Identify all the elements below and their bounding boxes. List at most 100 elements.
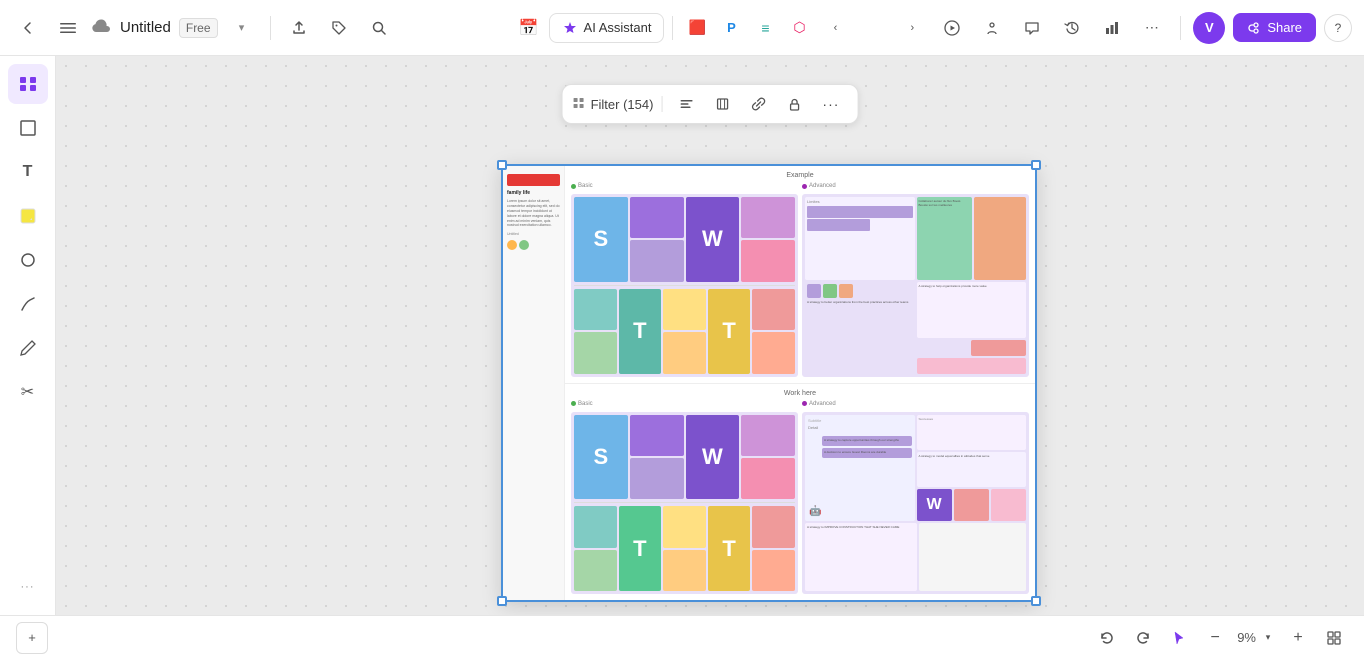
adv-cell4: A strategy to help organizations provide… <box>917 282 1027 373</box>
adv-box1 <box>807 206 913 218</box>
example-title: Example <box>571 172 1029 179</box>
thumb-header <box>507 174 560 186</box>
sticky-orange-sm <box>663 332 706 373</box>
frame-btn[interactable] <box>706 91 738 117</box>
title-chevron-button[interactable]: ▾ <box>226 12 258 44</box>
sidebar-more-btn[interactable]: ··· <box>8 567 48 607</box>
adv-right-top: Collaborez autour du flux Boost. Boosté … <box>917 197 1027 280</box>
plugin1-btn[interactable]: 🟥 <box>681 12 713 44</box>
toolbar-chevron-left[interactable]: ‹ <box>819 12 851 44</box>
link-btn[interactable] <box>742 91 774 117</box>
work-adv-w: W <box>917 489 952 520</box>
bottom-bar: + − 9% ▾ + <box>0 615 1364 659</box>
align-btn[interactable] <box>670 91 702 117</box>
left-thumbnail-panel: family life Lorem ipsum dolor sit amet, … <box>503 166 565 600</box>
sidebar-scissors-btn[interactable]: ✂ <box>8 372 48 412</box>
plugin4-btn[interactable]: ⬡ <box>783 12 815 44</box>
play-button[interactable] <box>936 12 968 44</box>
work-basic-col-m2 <box>663 506 706 591</box>
present-button[interactable] <box>976 12 1008 44</box>
basic-dot <box>571 184 576 189</box>
work-adv-pink2 <box>991 489 1026 520</box>
more-options-button[interactable]: ⋯ <box>1136 12 1168 44</box>
zoom-out-btn[interactable]: − <box>1201 624 1229 652</box>
adv-cell2: Collaborez autour du flux Boost. Boosté … <box>917 197 1027 280</box>
thumb-title: family life <box>507 190 560 196</box>
work-basic-label: Basic <box>571 401 798 407</box>
top-bar-center: 📅 AI Assistant 🟥 P ≡ ⬡ ‹ <box>513 12 852 44</box>
adv-cell1-label: Limites <box>807 199 913 204</box>
calendar-icon-btn[interactable]: 📅 <box>513 12 545 44</box>
thumb-icons <box>507 240 560 250</box>
adv-pink-box <box>971 340 1026 356</box>
grid-view-btn[interactable] <box>1320 624 1348 652</box>
ai-assistant-button[interactable]: AI Assistant <box>549 13 665 43</box>
tag-button[interactable] <box>323 12 355 44</box>
history-button[interactable] <box>1056 12 1088 44</box>
handle-br[interactable] <box>1031 596 1041 606</box>
sidebar-frame-tool-btn[interactable] <box>8 108 48 148</box>
adv-cell4-text: A strategy to help organizations provide… <box>917 282 1027 337</box>
add-page-btn[interactable]: + <box>16 622 48 654</box>
work-adv-bottom: W <box>917 489 1027 520</box>
basic-sticky-area: S W <box>571 194 798 377</box>
work-adv-dot <box>802 401 807 406</box>
handle-tr[interactable] <box>1031 160 1041 170</box>
work-adv-subtitle: Subtitle <box>808 418 912 423</box>
ft-divider <box>661 96 662 112</box>
divider2 <box>672 16 673 40</box>
zoom-in-btn[interactable]: + <box>1284 624 1312 652</box>
zoom-dropdown-btn[interactable]: ▾ <box>1260 630 1276 646</box>
plugin-icons: 🟥 P ≡ ⬡ <box>681 12 815 44</box>
sidebar-frames-btn[interactable] <box>8 64 48 104</box>
chat-button[interactable] <box>1016 12 1048 44</box>
top-bar-right: › ⋯ V Share ? <box>859 12 1352 44</box>
handle-bl[interactable] <box>497 596 507 606</box>
sticky-salmon-sm <box>752 332 795 373</box>
work-adv-area: Subtitle Detail 🤖 A strategy to capture … <box>802 412 1029 595</box>
sidebar-text-btn[interactable]: T <box>8 152 48 192</box>
work-basic-dot <box>571 401 576 406</box>
advanced-col: Advanced Limites <box>802 183 1029 377</box>
work-adv-cell1: Subtitle Detail 🤖 A strategy to capture … <box>805 415 915 521</box>
search-button[interactable] <box>363 12 395 44</box>
redo-btn[interactable] <box>1129 624 1157 652</box>
plugin2-btn[interactable]: P <box>715 12 747 44</box>
help-button[interactable]: ? <box>1324 14 1352 42</box>
analytics-button[interactable] <box>1096 12 1128 44</box>
work-adv-br2 <box>919 523 1027 591</box>
selection-frame[interactable]: family life Lorem ipsum dolor sit amet, … <box>501 164 1037 602</box>
robot-icon: 🤖 <box>809 506 821 517</box>
thumb-text: Lorem ipsum dolor sit amet, consectetur … <box>507 199 560 228</box>
sticky-teal-sm <box>574 289 617 330</box>
zoom-level: 9% <box>1237 630 1256 645</box>
share-button[interactable]: Share <box>1233 13 1316 42</box>
example-section: Example Basic <box>565 166 1035 384</box>
floating-toolbar: Filter (154) ··· <box>562 84 859 124</box>
document-title: Untitled <box>120 19 171 36</box>
undo-btn[interactable] <box>1093 624 1121 652</box>
more-floating-btn[interactable]: ··· <box>814 91 847 117</box>
handle-tl[interactable] <box>497 160 507 170</box>
sidebar-shapes-btn[interactable] <box>8 240 48 280</box>
sticky-pink1 <box>741 240 795 281</box>
cloud-icon <box>92 18 112 38</box>
sidebar-pencil-btn[interactable] <box>8 328 48 368</box>
plugin3-btn[interactable]: ≡ <box>749 12 781 44</box>
sidebar-sticky-btn[interactable] <box>8 196 48 236</box>
expand-right-btn[interactable]: › <box>896 12 928 44</box>
user-avatar[interactable]: V <box>1193 12 1225 44</box>
back-button[interactable] <box>12 12 44 44</box>
main-area: T ✂ ··· Filter (154) <box>0 56 1364 615</box>
basic-col: Basic S <box>571 183 798 377</box>
export-button[interactable] <box>283 12 315 44</box>
adv-cell3-text: A strategy to better organizations from … <box>807 300 913 304</box>
canvas-area[interactable]: Filter (154) ··· <box>56 56 1364 615</box>
sidebar-pen-btn[interactable] <box>8 284 48 324</box>
menu-button[interactable] <box>52 12 84 44</box>
lock-btn[interactable] <box>778 91 810 117</box>
cursor-tool-btn[interactable] <box>1165 624 1193 652</box>
adv-lightpink-box <box>917 358 1027 374</box>
divider3 <box>1180 16 1181 40</box>
basic-label: Basic <box>571 183 798 189</box>
